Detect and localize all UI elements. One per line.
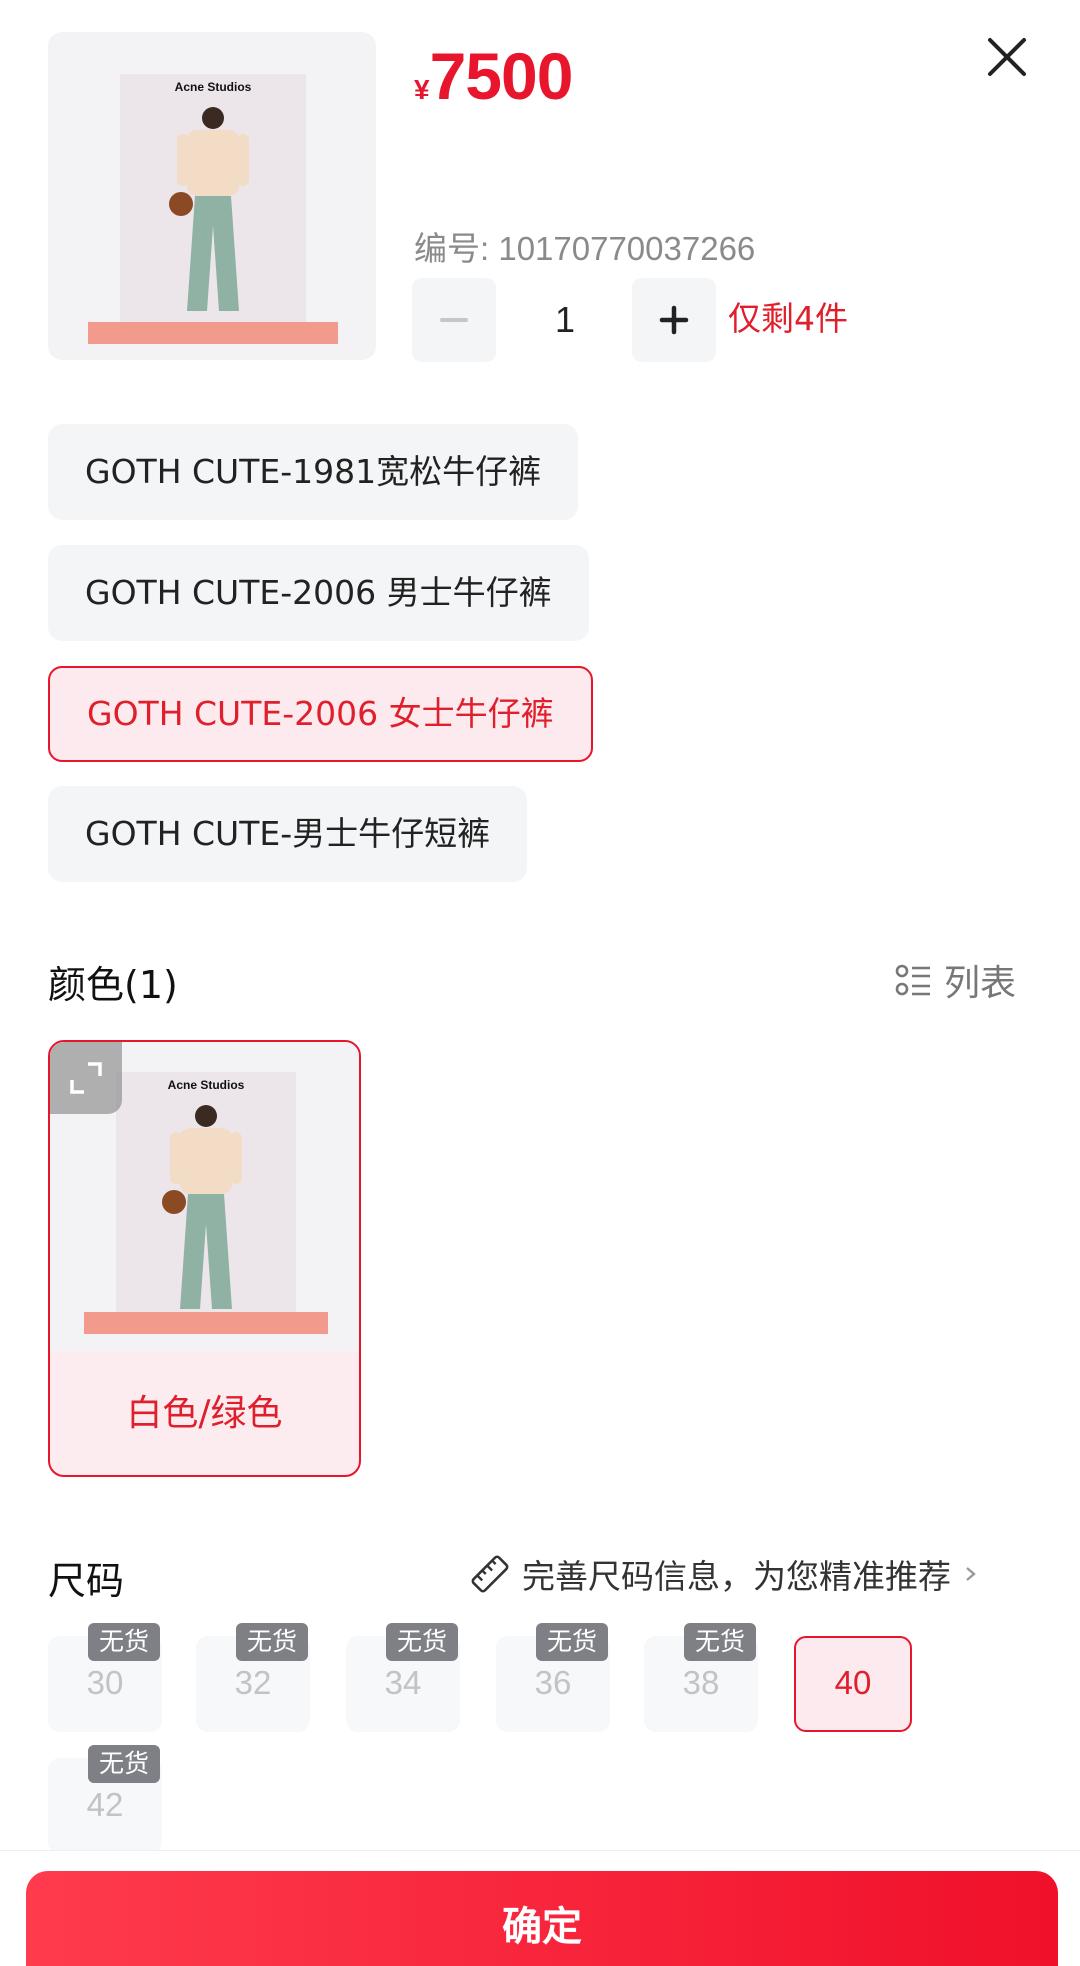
quantity-increase-button[interactable] xyxy=(632,278,716,362)
variant-option[interactable]: GOTH CUTE-1981宽松牛仔裤 xyxy=(48,424,579,520)
size-label: 36 xyxy=(534,1664,572,1701)
close-icon xyxy=(988,38,1026,76)
stock-remaining: 仅剩4件 xyxy=(728,299,848,338)
ruler-icon xyxy=(471,1555,509,1593)
product-poster: Acne Studios xyxy=(88,74,338,344)
price: ¥7500 xyxy=(414,38,574,114)
size-recommendation-link[interactable]: 完善尺码信息，为您精准推荐 xyxy=(468,1550,981,1598)
color-option-label: 白色/绿色 xyxy=(126,1393,283,1434)
out-of-stock-badge: 无货 xyxy=(88,1623,160,1661)
minus-icon xyxy=(440,318,468,322)
size-option-disabled[interactable]: 无货 32 xyxy=(196,1623,310,1732)
list-toggle-label: 列表 xyxy=(944,963,1017,1004)
variant-option-selected[interactable]: GOTH CUTE-2006 女士牛仔裤 xyxy=(48,666,593,762)
size-option-disabled[interactable]: 无货 30 xyxy=(48,1623,162,1732)
size-label: 38 xyxy=(682,1664,720,1701)
quantity-decrease-button[interactable] xyxy=(412,278,496,362)
model-figure xyxy=(169,107,249,311)
expand-image-button[interactable] xyxy=(50,1042,122,1114)
size-label: 42 xyxy=(86,1786,124,1823)
plus-icon xyxy=(659,305,689,335)
poster-footer-band xyxy=(88,322,338,344)
color-option-selected[interactable]: Acne Studios 白色/绿色 xyxy=(48,1040,361,1477)
out-of-stock-badge: 无货 xyxy=(386,1623,458,1661)
list-view-toggle[interactable]: 列表 xyxy=(894,954,1016,1006)
out-of-stock-badge: 无货 xyxy=(236,1623,308,1661)
model-figure xyxy=(162,1105,242,1309)
poster-footer-band xyxy=(84,1312,328,1334)
size-label: 40 xyxy=(834,1664,872,1701)
size-label: 34 xyxy=(384,1664,422,1701)
brand-logo-text: Acne Studios xyxy=(167,1078,245,1092)
currency-symbol: ¥ xyxy=(414,74,430,105)
product-image[interactable]: Acne Studios xyxy=(48,32,376,360)
size-option-disabled[interactable]: 无货 36 xyxy=(496,1623,610,1732)
out-of-stock-badge: 无货 xyxy=(88,1745,160,1783)
list-icon xyxy=(895,964,930,996)
size-option-disabled[interactable]: 无货 34 xyxy=(346,1623,460,1732)
color-section-title: 颜色(1) xyxy=(48,963,178,1007)
size-option-disabled[interactable]: 无货 42 xyxy=(48,1745,162,1854)
close-button[interactable] xyxy=(976,26,1038,88)
price-value: 7500 xyxy=(429,39,574,113)
size-label: 32 xyxy=(234,1664,272,1701)
brand-logo-text: Acne Studios xyxy=(174,80,252,94)
out-of-stock-badge: 无货 xyxy=(684,1623,756,1661)
expand-icon xyxy=(70,1062,102,1094)
variant-option[interactable]: GOTH CUTE-男士牛仔短裤 xyxy=(48,786,528,882)
confirm-button[interactable]: 确定 xyxy=(26,1871,1058,1966)
size-label: 30 xyxy=(86,1664,124,1701)
variant-option[interactable]: GOTH CUTE-2006 男士牛仔裤 xyxy=(48,545,589,641)
chevron-right-icon xyxy=(966,1567,976,1581)
sku-number: 编号: 10170770037266 xyxy=(414,230,756,267)
size-section-title: 尺码 xyxy=(48,1559,125,1603)
product-poster: Acne Studios xyxy=(84,1072,328,1334)
out-of-stock-badge: 无货 xyxy=(536,1623,608,1661)
quantity-value[interactable]: 1 xyxy=(520,290,610,350)
size-option-disabled[interactable]: 无货 38 xyxy=(644,1623,758,1732)
size-hint-text: 完善尺码信息，为您精准推荐 xyxy=(522,1557,951,1596)
bottom-action-bar: 确定 xyxy=(0,1850,1080,1966)
size-option-selected[interactable]: 40 xyxy=(794,1636,912,1732)
